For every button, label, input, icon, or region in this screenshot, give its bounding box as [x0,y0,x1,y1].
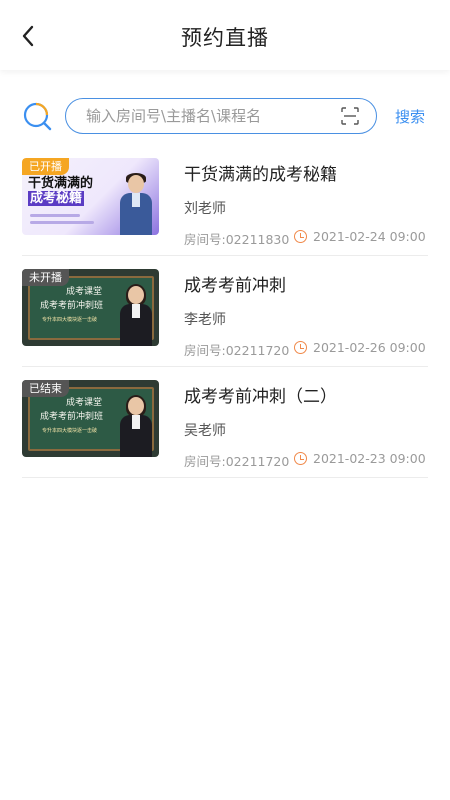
status-badge: 已结束 [22,380,69,397]
list-item[interactable]: 成考课堂 成考考前冲刺班 专升本四大模块逐一击破 已结束 成考考前冲刺（二） 吴… [22,367,428,478]
live-info: 成考考前冲刺 李老师 房间号:02211720 2021-02-26 09:00 [184,269,428,358]
room-number: 房间号:02211720 [184,454,290,469]
room-number: 房间号:02211830 [184,232,290,247]
search-field [65,98,377,134]
clock-icon [294,341,307,354]
course-thumbnail: 成考课堂 成考考前冲刺班 专升本四大模块逐一击破 已结束 [22,380,159,457]
scan-icon[interactable] [340,106,360,126]
live-list: 干货满满的 成考秘籍 已开播 干货满满的成考秘籍 刘老师 房间号:0221183… [0,145,450,478]
list-item[interactable]: 成考课堂 成考考前冲刺班 专升本四大模块逐一击破 未开播 成考考前冲刺 李老师 … [22,256,428,367]
clock-icon [294,230,307,243]
status-badge: 未开播 [22,269,69,286]
course-title: 成考考前冲刺（二） [184,387,337,407]
search-button[interactable]: 搜索 [395,106,425,127]
start-time: 2021-02-26 09:00 [313,340,426,355]
course-title: 成考考前冲刺 [184,276,286,296]
status-badge: 已开播 [22,158,69,175]
thumbnail-decor [30,221,94,224]
teacher-name: 刘老师 [184,201,226,217]
search-bar: 搜索 [0,98,450,138]
teacher-name: 李老师 [184,312,226,328]
page-title: 预约直播 [181,26,269,50]
clock-icon [294,452,307,465]
teacher-name: 吴老师 [184,423,226,439]
list-item[interactable]: 干货满满的 成考秘籍 已开播 干货满满的成考秘籍 刘老师 房间号:0221183… [22,145,428,256]
thumbnail-text: 干货满满的 成考秘籍 [28,176,94,206]
thumbnail-decor [30,214,80,217]
live-info: 成考考前冲刺（二） 吴老师 房间号:02211720 2021-02-23 09… [184,380,428,469]
course-thumbnail: 干货满满的 成考秘籍 已开播 [22,158,159,235]
teacher-photo [117,282,155,346]
start-time: 2021-02-24 09:00 [313,229,426,244]
room-number: 房间号:02211720 [184,343,290,358]
search-logo-icon [22,101,52,131]
search-input[interactable] [86,107,340,125]
course-title: 干货满满的成考秘籍 [184,165,337,185]
teacher-photo [117,393,155,457]
live-info: 干货满满的成考秘籍 刘老师 房间号:02211830 2021-02-24 09… [184,158,428,247]
top-bar: 预约直播 [0,0,450,70]
start-time: 2021-02-23 09:00 [313,451,426,466]
teacher-photo [117,171,155,235]
course-thumbnail: 成考课堂 成考考前冲刺班 专升本四大模块逐一击破 未开播 [22,269,159,346]
